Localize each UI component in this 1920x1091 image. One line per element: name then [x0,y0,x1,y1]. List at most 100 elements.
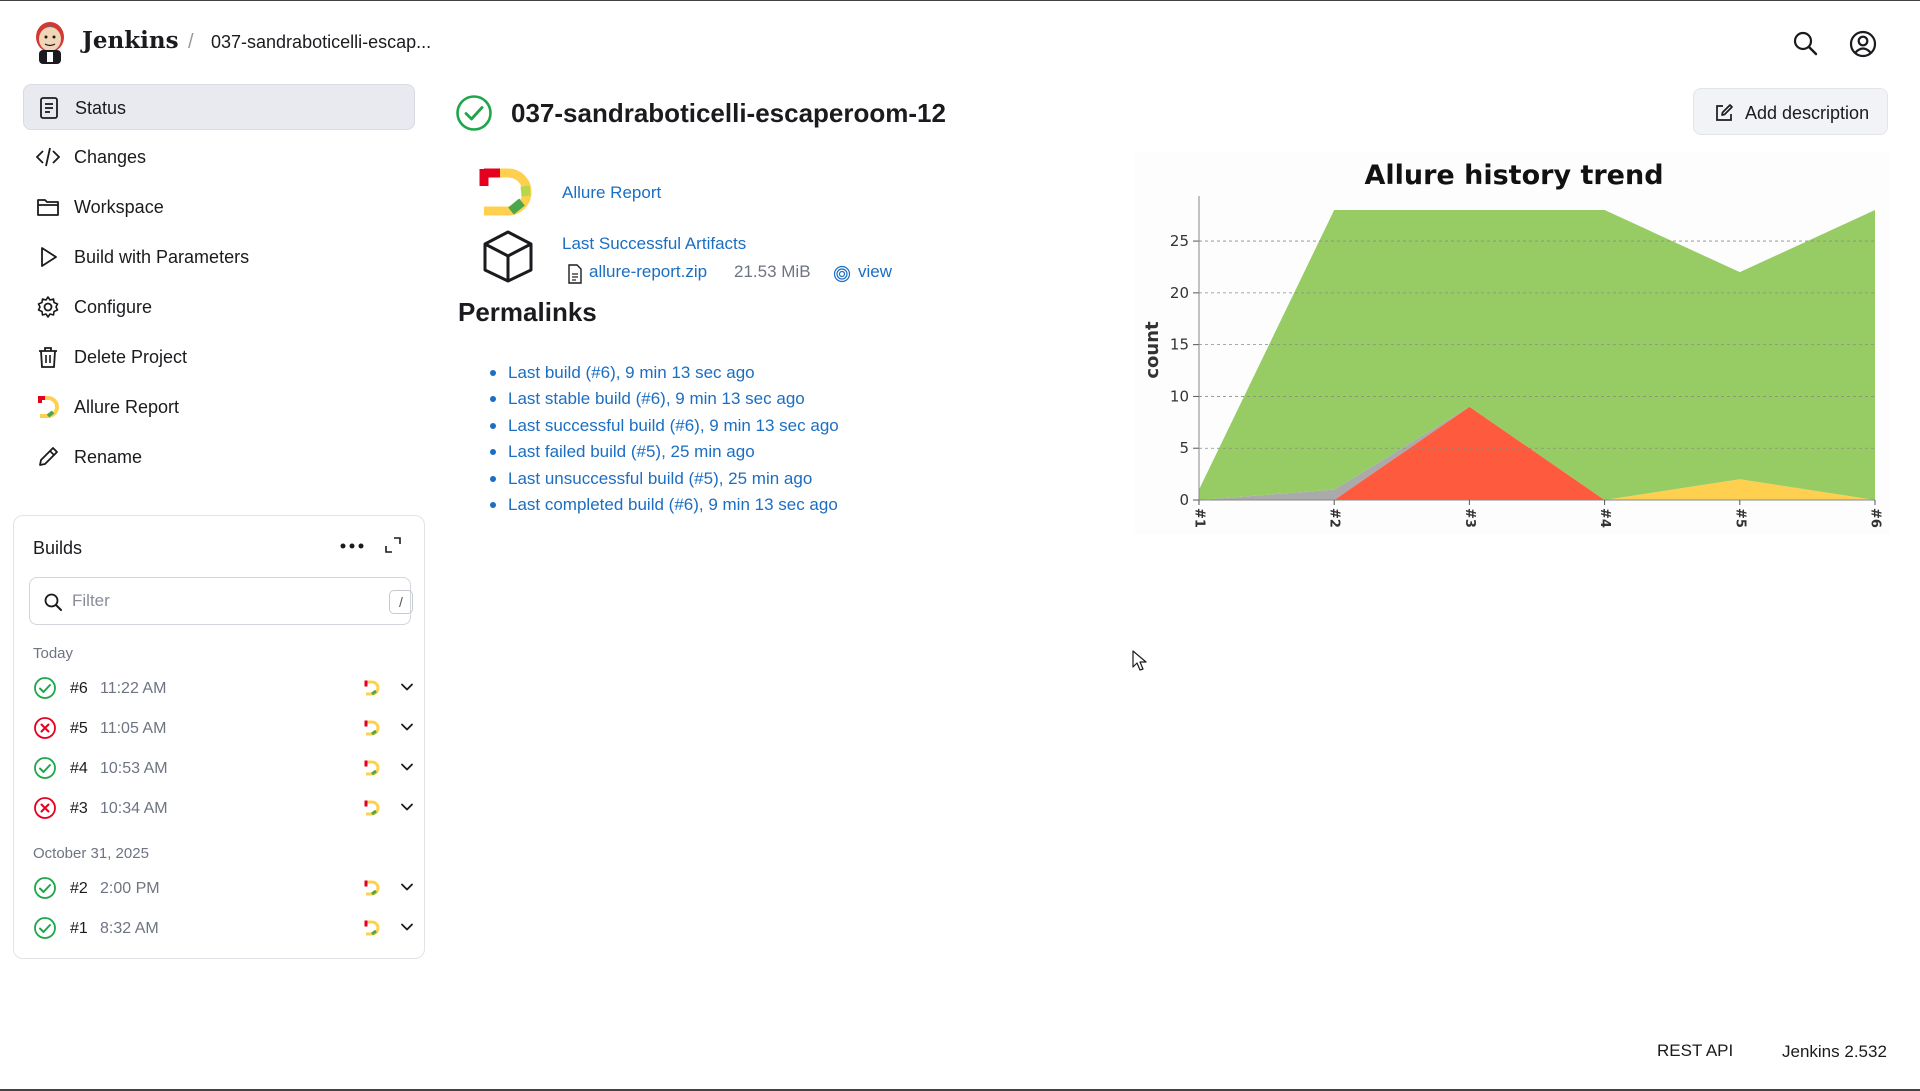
chevron-down-icon[interactable] [399,879,415,895]
build-time[interactable]: 2:00 PM [100,880,160,898]
allure-icon[interactable] [363,799,381,817]
breadcrumb-separator: / [188,31,194,53]
chart-title: Allure history trend [1364,160,1663,191]
allure-icon[interactable] [363,719,381,737]
gear-icon [37,296,59,318]
build-time[interactable]: 10:34 AM [100,800,168,818]
permalink-item: Last stable build (#6), 9 min 13 sec ago [490,389,839,415]
breadcrumb-job[interactable]: 037-sandraboticelli-escap... [211,32,431,53]
build-number[interactable]: #1 [70,920,88,938]
document-icon [40,97,58,119]
y-tick-label: 10 [1170,387,1189,405]
package-icon [483,230,533,283]
permalink-link[interactable]: Last stable build (#6), 9 min 13 sec ago [508,389,805,408]
build-time[interactable]: 11:22 AM [100,680,166,698]
sidebar-item-delete-project[interactable]: Delete Project [23,334,415,380]
artifact-file-size: 21.53 MiB [734,262,811,281]
failed-status-icon [34,797,56,819]
sidebar-item-label: Workspace [74,197,164,217]
permalink-link[interactable]: Last successful build (#6), 9 min 13 sec… [508,416,839,435]
build-row[interactable]: #2 2:00 PM [33,872,417,904]
build-number[interactable]: #2 [70,880,88,898]
permalink-link[interactable]: Last unsuccessful build (#5), 25 min ago [508,469,812,488]
pencil-icon [39,447,58,466]
allure-icon [38,396,59,418]
file-icon [568,264,582,284]
search-icon [44,593,62,611]
build-time[interactable]: 11:05 AM [100,720,166,738]
allure-icon[interactable] [363,679,381,697]
chevron-down-icon[interactable] [399,799,415,815]
permalink-link[interactable]: Last build (#6), 9 min 13 sec ago [508,363,755,382]
last-successful-artifacts-link[interactable]: Last Successful Artifacts [562,234,746,254]
sidebar-item-changes[interactable]: Changes [23,134,415,180]
sidebar-item-label: Build with Parameters [74,247,250,267]
build-row[interactable]: #1 8:32 AM [33,912,417,944]
y-tick-label: 25 [1170,232,1189,250]
allure-report-link[interactable]: Allure Report [562,183,661,203]
filter-shortcut-key: / [389,590,413,614]
permalinks-heading: Permalinks [458,297,597,327]
sidebar-item-allure-report[interactable]: Allure Report [23,384,415,430]
success-status-icon [34,877,56,899]
more-options-icon[interactable] [339,538,365,554]
sidebar-item-rename[interactable]: Rename [23,434,415,480]
x-tick-label: #3 [1462,508,1477,528]
user-icon[interactable] [1849,30,1877,58]
build-row[interactable]: #6 11:22 AM [33,672,417,704]
add-description-button[interactable]: Add description [1693,88,1888,135]
allure-logo-icon[interactable] [478,166,536,218]
success-status-icon [456,95,492,131]
artifact-file-link[interactable]: allure-report.zip [589,262,707,282]
jenkins-logo-icon[interactable] [30,19,70,67]
build-group-label: Today [33,645,74,662]
build-group-label: October 31, 2025 [33,845,149,862]
allure-icon[interactable] [363,759,381,777]
add-description-label: Add description [1745,103,1870,123]
jenkins-version-link[interactable]: Jenkins 2.532 [1782,1042,1887,1062]
chevron-down-icon[interactable] [399,719,415,735]
builds-panel: Builds / Today #6 11:22 AM #5 11:05 AM #4 10:… [13,515,425,959]
expand-icon[interactable] [384,536,402,554]
allure-icon[interactable] [363,919,381,937]
build-row[interactable]: #5 11:05 AM [33,712,417,744]
permalink-link[interactable]: Last failed build (#5), 25 min ago [508,442,755,461]
chevron-down-icon[interactable] [399,919,415,935]
failed-status-icon [34,717,56,739]
permalink-link[interactable]: Last completed build (#6), 9 min 13 sec … [508,495,838,514]
sidebar-item-configure[interactable]: Configure [23,284,415,330]
artifact-view-link[interactable]: view [858,262,892,282]
build-time[interactable]: 10:53 AM [100,760,168,778]
y-tick-label: 0 [1179,491,1189,509]
permalink-item: Last unsuccessful build (#5), 25 min ago [490,469,839,495]
edit-icon [1716,104,1733,121]
allure-icon[interactable] [363,879,381,897]
chevron-down-icon[interactable] [399,679,415,695]
x-tick-label: #2 [1327,508,1342,528]
build-number[interactable]: #5 [70,720,88,738]
sidebar-item-workspace[interactable]: Workspace [23,184,415,230]
x-tick-label: #5 [1732,508,1747,528]
build-row[interactable]: #3 10:34 AM [33,792,417,824]
success-status-icon [34,917,56,939]
rest-api-link[interactable]: REST API [1657,1041,1733,1061]
sidebar-item-label: Rename [74,447,143,467]
success-status-icon [34,677,56,699]
filter-input[interactable] [72,588,352,614]
trash-icon [39,347,57,368]
permalink-item: Last failed build (#5), 25 min ago [490,442,839,468]
build-number[interactable]: #4 [70,760,88,778]
build-row[interactable]: #4 10:53 AM [33,752,417,784]
fingerprint-icon[interactable] [833,265,851,283]
builds-filter[interactable]: / [29,577,413,625]
build-number[interactable]: #3 [70,800,88,818]
code-icon [36,147,60,167]
search-icon[interactable] [1792,30,1818,56]
y-tick-label: 15 [1170,336,1189,354]
chevron-down-icon[interactable] [399,759,415,775]
sidebar-item-status[interactable]: Status [23,84,415,130]
build-time[interactable]: 8:32 AM [100,920,159,938]
sidebar-item-build-with-parameters[interactable]: Build with Parameters [23,234,415,280]
build-number[interactable]: #6 [70,680,88,698]
jenkins-brand[interactable]: Jenkins [82,27,179,54]
